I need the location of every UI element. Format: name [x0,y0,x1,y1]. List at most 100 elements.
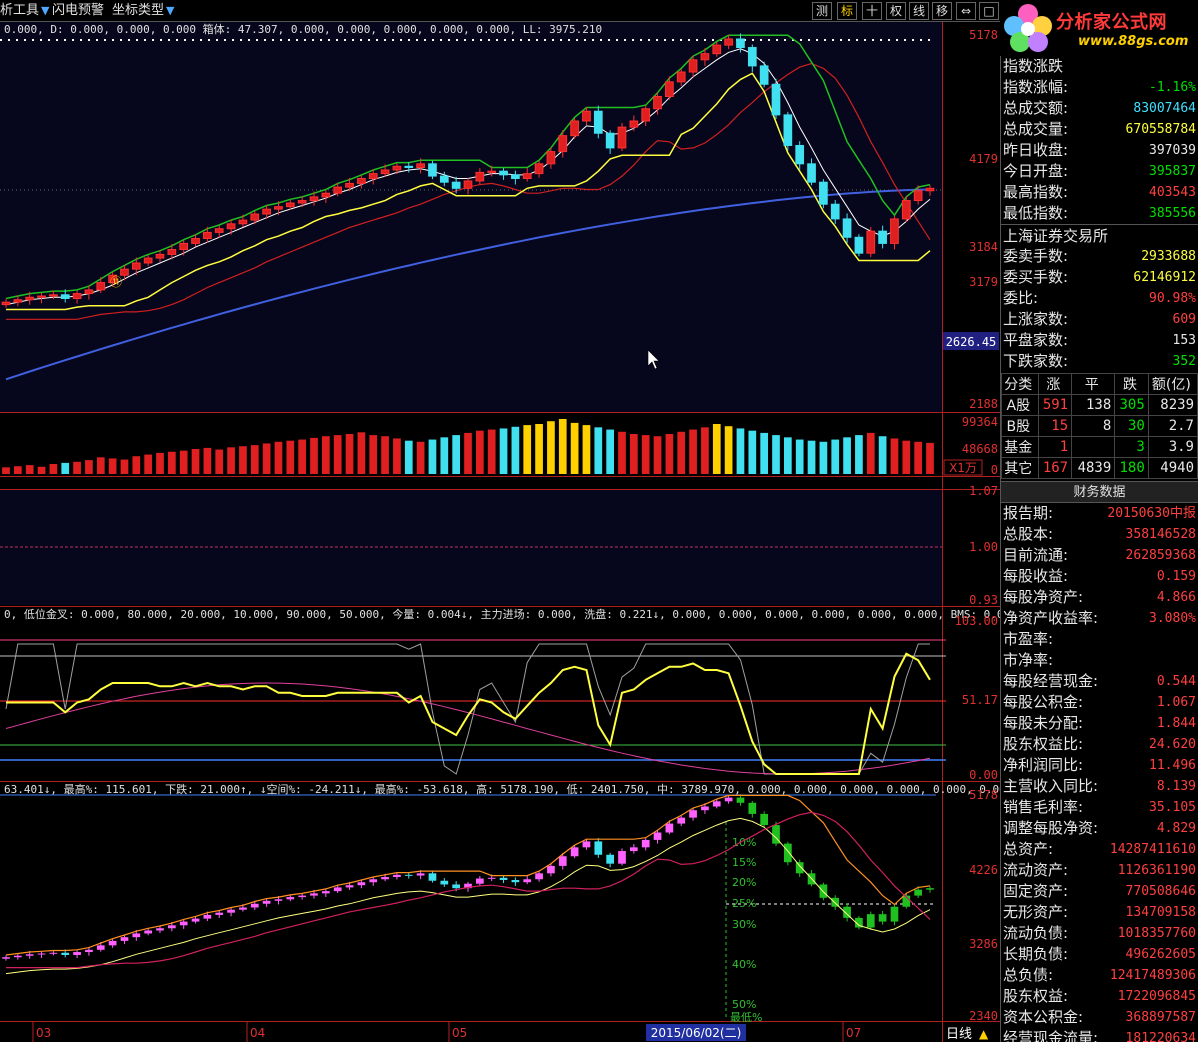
stat-value: 62146912 [1133,270,1196,285]
swap-button[interactable]: ⇔ [956,2,976,20]
volume-bar [452,435,461,474]
mark-button[interactable]: 标 [837,2,857,20]
stat-label: 昨日收盘: [1003,141,1069,159]
crosshair-button[interactable]: 十 [862,2,882,20]
stat-row: 上涨家数: 609 [1001,309,1198,330]
stat-value: 385556 [1149,206,1196,221]
y-label: 3286 [969,937,998,951]
candle-body [890,218,899,244]
lower-candle-body [712,801,721,807]
volume-bar [321,436,330,474]
stat-row: 每股收益: 0.159 [1001,566,1198,587]
volume-bar [61,462,70,474]
volume-bar [416,441,425,474]
stat-value: 83007464 [1133,101,1196,116]
oscillator-info-line: 0, 低位金叉: 0.000, 80.000, 20.000, 10.000, … [4,607,1000,621]
table-header: 跌 [1114,373,1149,395]
cell: 8239 [1147,394,1198,416]
move-button[interactable]: 移 [932,2,952,20]
analysis-tools-menu[interactable]: 析工具 ▼ [0,2,49,20]
y-label: 2188 [969,397,998,411]
coordinate-type-menu[interactable]: 坐标类型 ▼ [112,2,174,20]
lower-candle-body [926,888,934,890]
stat-label: 委卖手数: [1003,247,1069,265]
stat-label: 委买手数: [1003,268,1069,286]
table-header: 平 [1071,373,1116,395]
price-tag: 2626.45 [946,335,997,349]
lower-candle-body [179,921,188,926]
stat-row: 最低指数: 385556 [1001,203,1198,224]
candle-body [203,231,212,240]
stock-chart[interactable]: 0.000, D: 0.000, 0.000, 0.000 箱体: 47.307… [0,22,1000,1042]
lower-candle-body [629,847,638,852]
lower-candle-body [783,843,792,863]
line-button[interactable]: 线 [909,2,929,20]
volume-bar [748,430,757,474]
row-label: 基金 [1001,436,1039,458]
y-label: 1.00 [969,540,998,554]
volume-bar [156,452,164,474]
stat-label: 资本公积金: [1003,1008,1084,1026]
volume-bar [902,440,911,474]
stat-value: 670558784 [1125,122,1196,137]
stat-label: 经营现金流量: [1003,1029,1099,1042]
volume-bar [120,459,129,474]
x-label: 07 [846,1026,861,1040]
stat-row: 总成交量: 670558784 [1001,119,1198,140]
candle-body [84,289,94,295]
volume-bar [345,434,354,474]
lower-candle-body [2,957,10,959]
cell [1071,436,1116,458]
stat-label: 每股收益: [1003,567,1069,585]
cursor-date: 2015/06/02(二) [651,1026,742,1040]
cell: 15 [1037,415,1073,437]
volume-bar [144,454,153,474]
y-label: 0 [991,463,998,477]
measure-button[interactable]: 测 [812,2,832,20]
stat-row: 今日开盘: 395837 [1001,161,1198,182]
volume-bar [203,447,212,474]
lower-candle-body [582,841,591,848]
maximize-button[interactable]: □ [979,2,999,20]
volume-bar [772,435,780,474]
stat-row: 流动负债: 1018357760 [1001,923,1198,944]
cell: 180 [1114,457,1149,479]
flash-alert-button[interactable]: 闪电预警 [52,2,104,20]
volume-bar [404,440,413,474]
candle-body [250,213,260,221]
logo-title: 分析家公式网 [1056,12,1167,33]
candle-body [321,192,331,198]
volume-bar [712,424,721,474]
lower-candle-body [13,955,22,958]
lower-candle-body [262,900,271,904]
candle-body [582,110,591,122]
candle-body [345,182,354,188]
lower-candle-body [49,952,58,954]
lower-info-line: 63.401↓, 最高%: 115.601, 下跌: 21.000↑, ↓空间%… [4,782,1000,796]
candle-body [131,262,141,270]
cell: 4839 [1071,457,1116,479]
volume-bar [819,441,828,474]
summary-table: 分类 涨 平 跌 额(亿) A股 591 138 305 8239 B股 15 … [1001,373,1198,479]
stat-label: 股东权益: [1003,987,1069,1005]
stat-row: 股东权益比: 24.620 [1001,734,1198,755]
stat-row: 经营现金流量: 181220634 [1001,1028,1198,1042]
lower-y-axis: 5178 4226 3286 2340 [969,788,998,1023]
period-up-icon[interactable]: ▲ [979,1027,989,1041]
stat-value: 4.829 [1156,821,1196,836]
volume-bar [653,436,662,474]
stat-row: 流动资产: 1126361190 [1001,860,1198,881]
logo-url: www.88gs.com [1078,34,1189,49]
lower-candle-body [795,862,804,874]
lower-candle-body [73,952,81,955]
finance-data-tab[interactable]: 财务数据 [1001,481,1198,503]
stat-value: 11.496 [1149,758,1196,773]
rights-button[interactable]: 权 [886,2,906,20]
candle-body [712,44,722,55]
lower-candle-body [665,823,674,833]
candle-body [13,299,23,303]
period-label[interactable]: 日线 [946,1027,972,1042]
volume-bar [215,449,224,474]
candle-body [297,200,307,204]
stat-row: 委买手数: 62146912 [1001,267,1198,288]
